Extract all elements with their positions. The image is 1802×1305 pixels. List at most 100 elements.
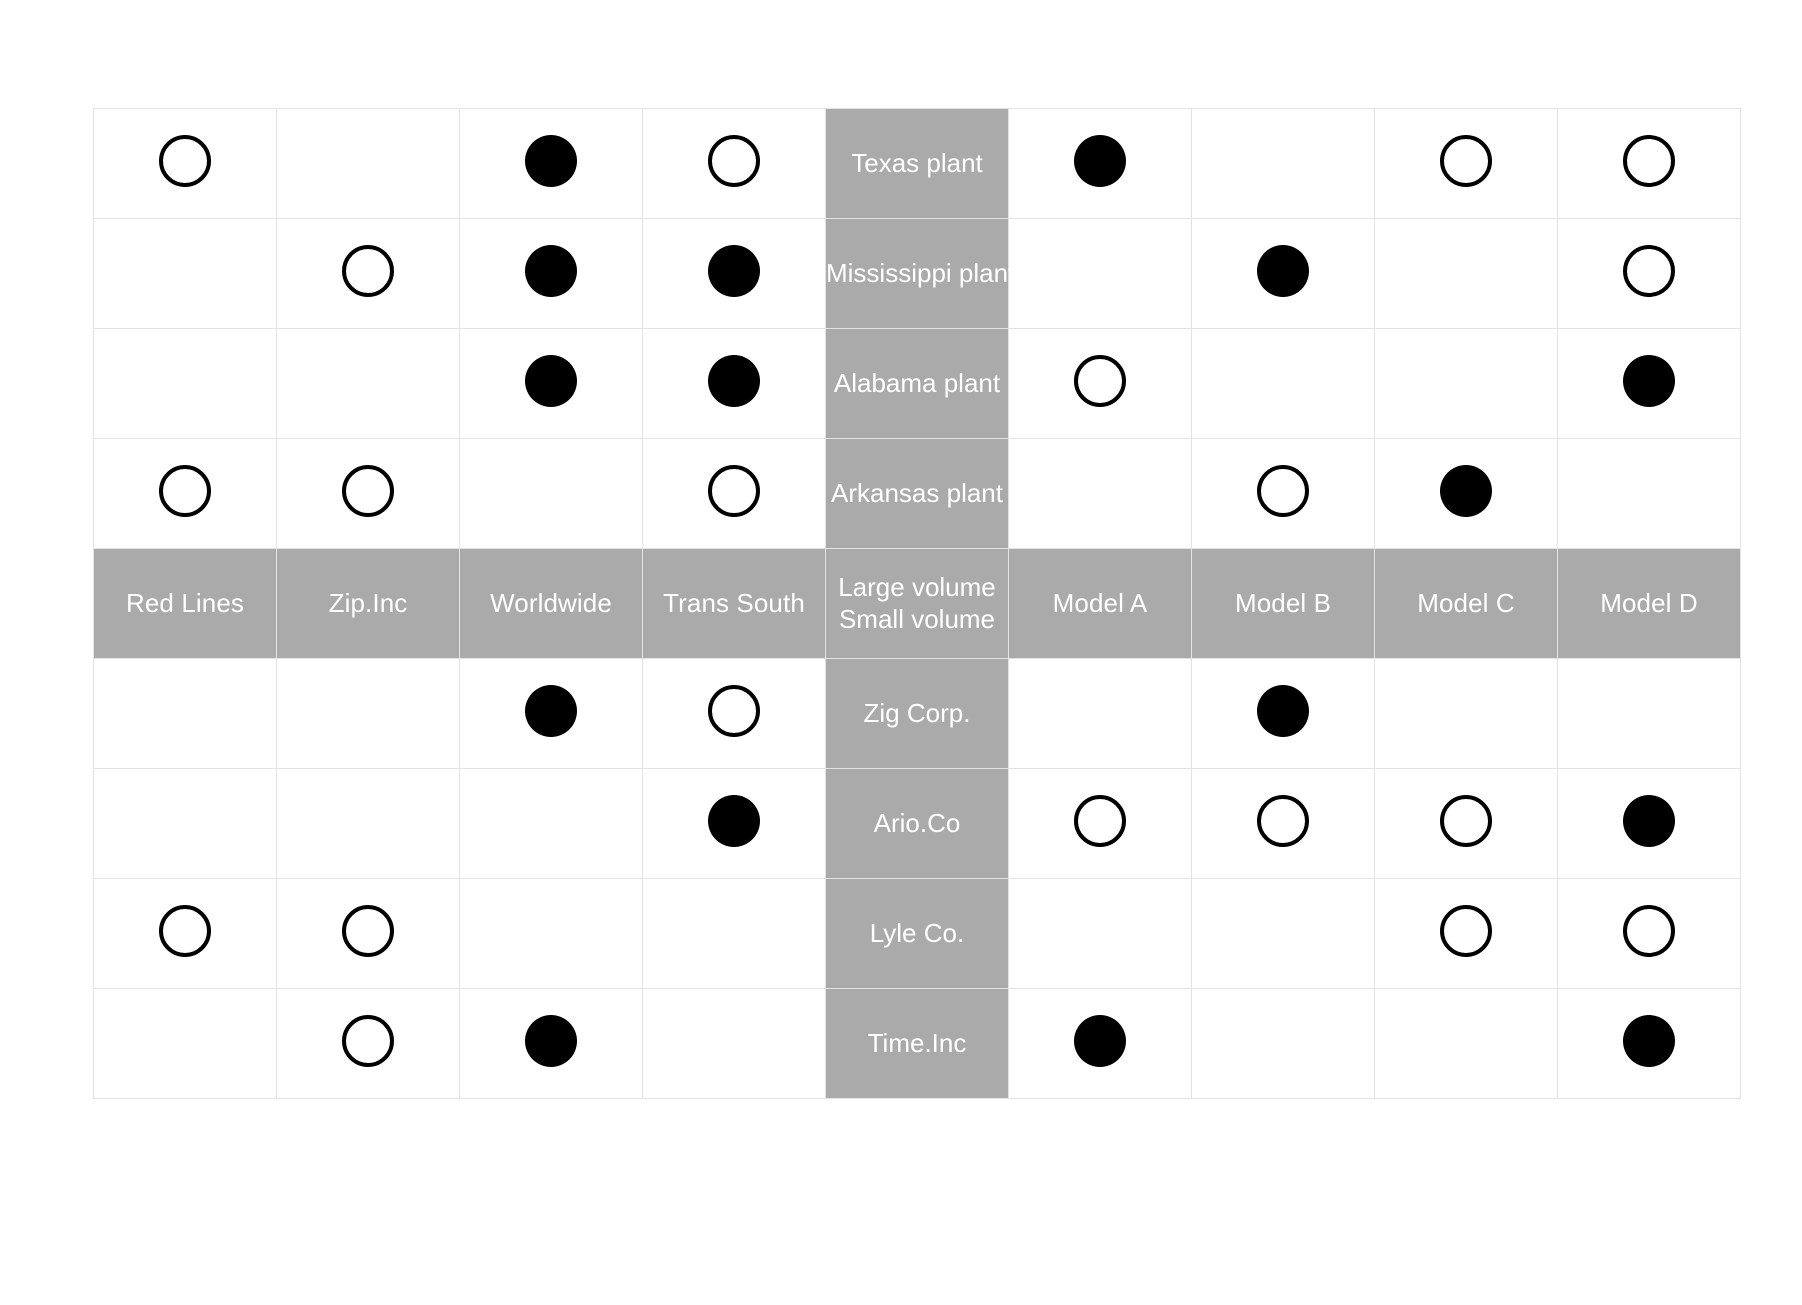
matrix-cell-right-1	[1008, 108, 1192, 219]
matrix-cell-left-1	[93, 658, 277, 769]
matrix-cell-right-1	[1008, 768, 1192, 879]
matrix-cell-right-1	[1008, 218, 1192, 329]
column-header-label: Model D	[1600, 587, 1698, 618]
matrix-cell-right-2	[1191, 768, 1375, 879]
open-circle-icon	[1623, 905, 1675, 957]
column-header-right-3[interactable]: Model C	[1374, 548, 1558, 659]
matrix-cell-right-3	[1374, 878, 1558, 989]
matrix-cell-left-3	[459, 768, 643, 879]
column-header-right-2[interactable]: Model B	[1191, 548, 1375, 659]
matrix-cell-left-1	[93, 988, 277, 1099]
matrix-row-label: Texas plant	[825, 108, 1009, 219]
open-circle-icon	[1623, 135, 1675, 187]
column-header-label: Worldwide	[490, 587, 612, 618]
matrix-cell-right-1	[1008, 658, 1192, 769]
matrix-cell-right-1	[1008, 988, 1192, 1099]
column-header-right-1[interactable]: Model A	[1008, 548, 1192, 659]
open-circle-icon	[708, 685, 760, 737]
filled-circle-icon	[1074, 135, 1126, 187]
matrix-cell-left-2	[276, 878, 460, 989]
open-circle-icon	[1257, 465, 1309, 517]
open-circle-icon	[159, 465, 211, 517]
filled-circle-icon	[525, 135, 577, 187]
column-header-right-4[interactable]: Model D	[1557, 548, 1741, 659]
column-header-label: Trans South	[663, 587, 805, 618]
filled-circle-icon	[1257, 685, 1309, 737]
open-circle-icon	[1257, 795, 1309, 847]
matrix-cell-right-3	[1374, 108, 1558, 219]
matrix-cell-left-2	[276, 658, 460, 769]
filled-circle-icon	[1440, 465, 1492, 517]
open-circle-icon	[1074, 795, 1126, 847]
open-circle-icon	[1440, 795, 1492, 847]
matrix-table: Texas plant Mississippi plant Alabama plan…	[93, 108, 1741, 1099]
filled-circle-icon	[1623, 1015, 1675, 1067]
matrix-cell-left-4	[642, 328, 826, 439]
matrix-cell-left-3	[459, 658, 643, 769]
matrix-cell-left-1	[93, 768, 277, 879]
matrix-cell-left-1	[93, 328, 277, 439]
matrix-cell-left-3	[459, 878, 643, 989]
open-circle-icon	[1623, 245, 1675, 297]
open-circle-icon	[1440, 905, 1492, 957]
matrix-cell-right-2	[1191, 988, 1375, 1099]
matrix-axis-header: Large volume Small volume	[825, 548, 1009, 659]
matrix-cell-left-3	[459, 328, 643, 439]
open-circle-icon	[342, 465, 394, 517]
matrix-cell-left-4	[642, 768, 826, 879]
comparison-matrix: Texas plant Mississippi plant Alabama plan…	[93, 108, 1741, 1099]
matrix-cell-right-2	[1191, 218, 1375, 329]
matrix-row-label-text: Texas plant	[851, 147, 983, 178]
column-header-left-4[interactable]: Trans South	[642, 548, 826, 659]
matrix-cell-right-2	[1191, 658, 1375, 769]
matrix-cell-right-3	[1374, 218, 1558, 329]
matrix-cell-right-1	[1008, 878, 1192, 989]
matrix-row-label-text: Ario.Co	[873, 807, 961, 838]
matrix-cell-right-4	[1557, 438, 1741, 549]
matrix-row: Alabama plant	[93, 328, 1741, 439]
matrix-cell-right-4	[1557, 218, 1741, 329]
column-header-left-2[interactable]: Zip.Inc	[276, 548, 460, 659]
matrix-cell-left-4	[642, 108, 826, 219]
matrix-row: Arkansas plant	[93, 438, 1741, 549]
filled-circle-icon	[525, 685, 577, 737]
axis-header-line-1: Large volume	[838, 571, 996, 602]
axis-header-line-2: Small volume	[838, 603, 996, 634]
matrix-cell-left-2	[276, 108, 460, 219]
open-circle-icon	[342, 905, 394, 957]
matrix-cell-right-3	[1374, 328, 1558, 439]
matrix-cell-left-2	[276, 438, 460, 549]
matrix-cell-left-2	[276, 768, 460, 879]
open-circle-icon	[342, 245, 394, 297]
open-circle-icon	[159, 905, 211, 957]
open-circle-icon	[342, 1015, 394, 1067]
column-header-label: Model A	[1052, 587, 1148, 618]
matrix-row-label: Arkansas plant	[825, 438, 1009, 549]
column-header-left-3[interactable]: Worldwide	[459, 548, 643, 659]
open-circle-icon	[159, 135, 211, 187]
matrix-row: Texas plant	[93, 108, 1741, 219]
matrix-cell-right-2	[1191, 438, 1375, 549]
filled-circle-icon	[708, 795, 760, 847]
matrix-cell-left-4	[642, 878, 826, 989]
matrix-row-label-text: Alabama plant	[833, 367, 1001, 398]
matrix-row-label: Mississippi plant	[825, 218, 1016, 329]
filled-circle-icon	[525, 245, 577, 297]
matrix-row-label-text: Zig Corp.	[863, 697, 971, 728]
matrix-cell-right-3	[1374, 438, 1558, 549]
matrix-row: Zig Corp.	[93, 658, 1741, 769]
matrix-cell-right-2	[1191, 108, 1375, 219]
matrix-cell-right-3	[1374, 988, 1558, 1099]
matrix-cell-left-4	[642, 218, 826, 329]
matrix-row: Lyle Co.	[93, 878, 1741, 989]
matrix-cell-left-4	[642, 658, 826, 769]
filled-circle-icon	[525, 1015, 577, 1067]
matrix-cell-left-2	[276, 218, 460, 329]
page-canvas: Texas plant Mississippi plant Alabama plan…	[0, 0, 1802, 1305]
matrix-row-label-text: Mississippi plant	[826, 257, 1016, 288]
matrix-cell-right-2	[1191, 328, 1375, 439]
filled-circle-icon	[1623, 355, 1675, 407]
matrix-cell-left-2	[276, 988, 460, 1099]
column-header-left-1[interactable]: Red Lines	[93, 548, 277, 659]
filled-circle-icon	[1257, 245, 1309, 297]
